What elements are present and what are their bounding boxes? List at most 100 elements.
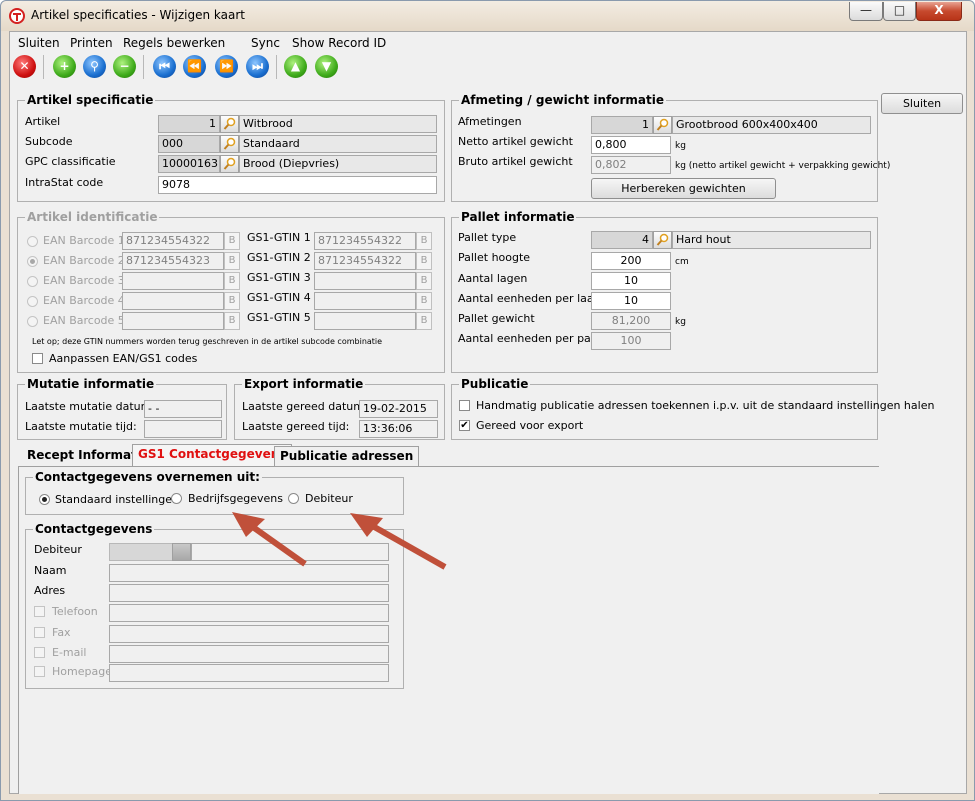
gtin-b-button-2[interactable]: B bbox=[416, 252, 432, 270]
previous-record-icon[interactable]: ⏪ bbox=[183, 55, 206, 78]
down-icon[interactable]: ▼ bbox=[315, 55, 338, 78]
gereed-voor-export-checkbox[interactable]: ✔ bbox=[459, 420, 470, 431]
subcode-field[interactable]: 000 bbox=[158, 135, 220, 153]
mutatie-informatie-group: Mutatie informatie Laatste mutatie datum… bbox=[17, 377, 227, 440]
ean-field-3 bbox=[122, 272, 224, 290]
close-icon[interactable]: ✕ bbox=[13, 55, 36, 78]
radio-debiteur[interactable] bbox=[288, 493, 299, 504]
pallet-type-lookup-button[interactable] bbox=[653, 231, 672, 249]
email-label: E-mail bbox=[52, 646, 87, 659]
artikel-field[interactable]: 1 bbox=[158, 115, 220, 133]
fax-field bbox=[109, 625, 389, 643]
ean-radio-5[interactable] bbox=[27, 316, 38, 327]
ean-b-button-4[interactable]: B bbox=[224, 292, 240, 310]
pallet-type-field[interactable]: 4 bbox=[591, 231, 653, 249]
telefoon-label: Telefoon bbox=[52, 605, 98, 618]
ean-b-button-1[interactable]: B bbox=[224, 232, 240, 250]
email-checkbox[interactable] bbox=[34, 647, 45, 658]
ean-b-button-3[interactable]: B bbox=[224, 272, 240, 290]
publicatie-group: Publicatie Handmatig publicatie adressen… bbox=[451, 377, 934, 440]
menu-printen[interactable]: Printen bbox=[70, 36, 113, 50]
gereed-datum-label: Laatste gereed datum: bbox=[242, 400, 368, 413]
netto-field[interactable]: 0,800 bbox=[591, 136, 671, 154]
telefoon-checkbox[interactable] bbox=[34, 606, 45, 617]
subcode-lookup-button[interactable] bbox=[220, 135, 239, 153]
menu-sluiten[interactable]: Sluiten bbox=[18, 36, 60, 50]
last-record-icon[interactable]: ⏭ bbox=[246, 55, 269, 78]
afmeting-gewicht-group: Afmeting / gewicht informatie Afmetingen… bbox=[451, 93, 890, 202]
magnifier-icon bbox=[223, 137, 236, 150]
herbereken-gewichten-button[interactable]: Herbereken gewichten bbox=[591, 178, 776, 199]
afmetingen-field[interactable]: 1 bbox=[591, 116, 653, 134]
eenheden-per-laag-field[interactable]: 10 bbox=[591, 292, 671, 310]
menu-sync[interactable]: Sync bbox=[251, 36, 280, 50]
handmatig-publicatie-checkbox[interactable] bbox=[459, 400, 470, 411]
netto-unit: kg bbox=[675, 141, 686, 151]
fax-checkbox[interactable] bbox=[34, 627, 45, 638]
ean-field-2: 871234554323 bbox=[122, 252, 224, 270]
search-icon[interactable]: ⚲ bbox=[83, 55, 106, 78]
radio-bedrijfsgegevens[interactable] bbox=[171, 493, 182, 504]
ean-radio-4[interactable] bbox=[27, 296, 38, 307]
tab-gs1-contactgegevens[interactable]: GS1 Contactgegevens bbox=[132, 444, 293, 466]
gpc-field[interactable]: 10000163 bbox=[158, 155, 220, 173]
debiteur-lookup-button bbox=[172, 543, 191, 561]
eenheden-per-pallet-field: 100 bbox=[591, 332, 671, 350]
gpc-lookup-button[interactable] bbox=[220, 155, 239, 173]
artikel-identificatie-title: Artikel identificatie bbox=[25, 210, 160, 224]
gtin-field-2: 871234554322 bbox=[314, 252, 416, 270]
homepage-checkbox[interactable] bbox=[34, 666, 45, 677]
aanpassen-ean-checkbox[interactable] bbox=[32, 353, 43, 364]
ean-radio-3[interactable] bbox=[27, 276, 38, 287]
mutatie-tijd-field bbox=[144, 420, 222, 438]
sluiten-button[interactable]: Sluiten bbox=[881, 93, 963, 114]
ean-b-button-2[interactable]: B bbox=[224, 252, 240, 270]
gtin-field-3 bbox=[314, 272, 416, 290]
artikel-lookup-button[interactable] bbox=[220, 115, 239, 133]
export-informatie-group: Export informatie Laatste gereed datum: … bbox=[234, 377, 445, 440]
fax-label: Fax bbox=[52, 626, 71, 639]
title-bar: Artikel specificaties - Wijzigen kaart —… bbox=[1, 1, 974, 31]
artikel-label: Artikel bbox=[25, 115, 61, 128]
magnifier-icon bbox=[656, 233, 669, 246]
maximize-button[interactable]: □ bbox=[883, 2, 916, 21]
window-close-button[interactable]: X bbox=[916, 2, 962, 21]
afmetingen-label: Afmetingen bbox=[458, 115, 522, 128]
pallet-type-label: Pallet type bbox=[458, 231, 517, 244]
subcode-description: Standaard bbox=[239, 135, 437, 153]
gtin-b-button-1[interactable]: B bbox=[416, 232, 432, 250]
menu-regels-bewerken[interactable]: Regels bewerken bbox=[123, 36, 225, 50]
gereed-tijd-field: 13:36:06 bbox=[359, 420, 438, 438]
intrastat-field[interactable]: 9078 bbox=[158, 176, 437, 194]
mutatie-datum-field: - - bbox=[144, 400, 222, 418]
bedrijfsgegevens-label: Bedrijfsgegevens bbox=[188, 492, 284, 505]
add-icon[interactable]: + bbox=[53, 55, 76, 78]
gtin-b-button-3[interactable]: B bbox=[416, 272, 432, 290]
tab-publicatie-adressen[interactable]: Publicatie adressen bbox=[274, 446, 420, 466]
afmetingen-lookup-button[interactable] bbox=[653, 116, 672, 134]
ean-b-button-5[interactable]: B bbox=[224, 312, 240, 330]
afmeting-gewicht-title: Afmeting / gewicht informatie bbox=[459, 93, 666, 107]
publicatie-title: Publicatie bbox=[459, 377, 531, 391]
pallet-hoogte-field[interactable]: 200 bbox=[591, 252, 671, 270]
radio-standaard-instellingen[interactable] bbox=[39, 494, 50, 505]
remove-icon[interactable]: − bbox=[113, 55, 136, 78]
up-icon[interactable]: ▲ bbox=[284, 55, 307, 78]
ean-label-2: EAN Barcode 2 bbox=[43, 254, 125, 267]
ean-label-1: EAN Barcode 1 bbox=[43, 234, 125, 247]
menu-show-record-id[interactable]: Show Record ID bbox=[292, 36, 386, 50]
handmatig-publicatie-label: Handmatig publicatie adressen toekennen … bbox=[476, 399, 935, 412]
pallet-gewicht-field: 81,200 bbox=[591, 312, 671, 330]
ean-radio-1[interactable] bbox=[27, 236, 38, 247]
minimize-button[interactable]: — bbox=[849, 2, 883, 21]
gtin-b-button-5[interactable]: B bbox=[416, 312, 432, 330]
aantal-lagen-field[interactable]: 10 bbox=[591, 272, 671, 290]
contact-overnemen-group: Contactgegevens overnemen uit: Standaard… bbox=[25, 470, 404, 515]
gtin-b-button-4[interactable]: B bbox=[416, 292, 432, 310]
next-record-icon[interactable]: ⏩ bbox=[215, 55, 238, 78]
ean-radio-2[interactable] bbox=[27, 256, 38, 267]
homepage-label: Homepage bbox=[52, 665, 112, 678]
ean-label-5: EAN Barcode 5 bbox=[43, 314, 125, 327]
gereed-tijd-label: Laatste gereed tijd: bbox=[242, 420, 350, 433]
first-record-icon[interactable]: ⏮ bbox=[153, 55, 176, 78]
